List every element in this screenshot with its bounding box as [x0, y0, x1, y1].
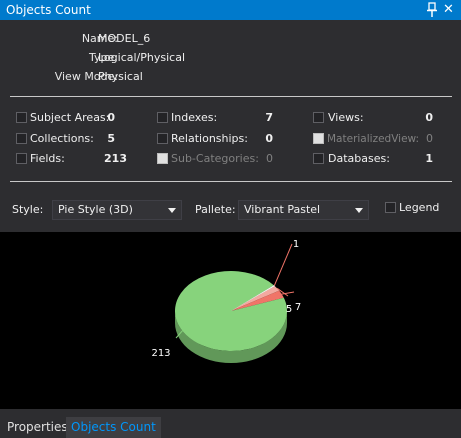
pie-leader-1	[273, 243, 293, 286]
divider	[10, 181, 452, 182]
databases-count: 1	[425, 152, 433, 165]
pie-label-213: 213	[151, 348, 170, 359]
tab-objects-count[interactable]: Objects Count	[66, 417, 161, 438]
collections-checkbox[interactable]	[16, 133, 27, 144]
chevron-down-icon	[355, 208, 363, 213]
databases-label: Databases:	[328, 152, 390, 165]
close-icon[interactable]: ✕	[443, 2, 454, 18]
sub-categories-checkbox	[157, 153, 168, 164]
legend-label: Legend	[399, 201, 440, 214]
pie-label-7: 7	[295, 302, 301, 313]
collections-label: Collections:	[30, 132, 94, 145]
relationships-checkbox[interactable]	[157, 133, 168, 144]
subject-areas-checkbox[interactable]	[16, 112, 27, 123]
fields-checkbox[interactable]	[16, 153, 27, 164]
fields-count: 213	[104, 152, 127, 165]
indexes-count: 7	[265, 111, 273, 124]
relationships-count: 0	[265, 132, 273, 145]
tab-properties[interactable]: Properties	[2, 417, 73, 438]
pie-label-1: 1	[293, 239, 299, 250]
views-count: 0	[425, 111, 433, 124]
subject-areas-count: 0	[107, 111, 115, 124]
info-type-value: Logical/Physical	[98, 51, 186, 64]
sub-categories-count: 0	[266, 152, 273, 165]
indexes-checkbox[interactable]	[157, 112, 168, 123]
info-name-value: MODEL_6	[98, 32, 151, 45]
chart-area: 1 5 7 213	[0, 232, 461, 409]
pallete-dropdown[interactable]: Vibrant Pastel	[238, 200, 369, 220]
panel-title: Objects Count	[6, 3, 91, 17]
pie-slice-213	[175, 271, 287, 351]
views-label: Views:	[328, 111, 364, 124]
tab-properties-label: Properties	[7, 420, 68, 434]
databases-checkbox[interactable]	[313, 153, 324, 164]
sub-categories-label: Sub-Categories:	[171, 152, 259, 165]
style-dropdown[interactable]: Pie Style (3D)	[52, 200, 182, 220]
pallete-dropdown-value: Vibrant Pastel	[244, 203, 321, 216]
relationships-label: Relationships:	[171, 132, 248, 145]
tab-objects-count-label: Objects Count	[71, 420, 156, 434]
divider	[10, 96, 452, 97]
indexes-label: Indexes:	[171, 111, 218, 124]
materialized-view-count: 0	[426, 132, 433, 145]
info-viewmode-value: Physical	[98, 70, 143, 83]
tab-bar: Properties Objects Count	[0, 409, 461, 438]
materialized-view-checkbox	[313, 133, 324, 144]
pie-chart: 1 5 7 213	[151, 239, 301, 363]
pallete-label: Pallete:	[195, 203, 236, 216]
pie-label-5: 5	[286, 304, 292, 315]
pin-icon[interactable]	[426, 2, 438, 18]
style-label: Style:	[12, 203, 44, 216]
views-checkbox[interactable]	[313, 112, 324, 123]
style-dropdown-value: Pie Style (3D)	[58, 203, 133, 216]
collections-count: 5	[107, 132, 115, 145]
legend-checkbox[interactable]	[385, 202, 396, 213]
panel-titlebar: Objects Count ✕	[0, 0, 461, 20]
chevron-down-icon	[168, 208, 176, 213]
materialized-view-label: MaterializedView:	[327, 133, 420, 145]
fields-label: Fields:	[30, 152, 65, 165]
